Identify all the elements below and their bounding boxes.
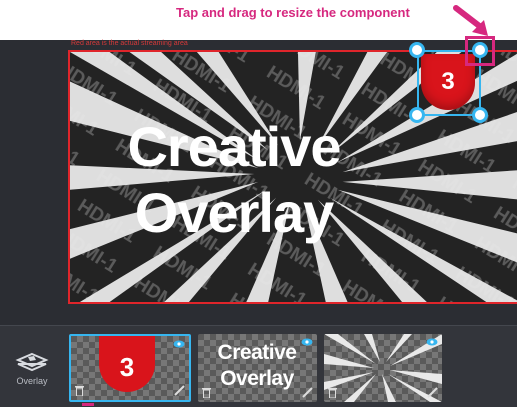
- resize-handle-bottom-right[interactable]: [472, 107, 488, 123]
- layers-icon: [15, 352, 49, 372]
- canvas-hint: Red area is the actual streaming area: [71, 40, 188, 47]
- eye-icon[interactable]: [301, 338, 313, 346]
- trash-icon[interactable]: [75, 385, 84, 396]
- trash-icon[interactable]: [202, 387, 211, 398]
- overlay-title-line2: Overlay: [134, 181, 335, 244]
- resize-handle-top-left[interactable]: [409, 42, 425, 58]
- badge-number: 3: [441, 68, 455, 95]
- overlay-title[interactable]: Creative Overlay: [114, 114, 354, 246]
- thumbnail-text[interactable]: Creative Overlay: [198, 334, 317, 402]
- overlay-layer-button[interactable]: Overlay: [6, 348, 58, 398]
- pencil-icon[interactable]: [302, 387, 313, 398]
- eye-icon[interactable]: [426, 338, 438, 346]
- thumbnail-badge-number: 3: [119, 352, 135, 382]
- eye-icon[interactable]: [173, 340, 185, 348]
- callout-bar: Tap and drag to resize the component: [0, 0, 517, 40]
- component-tray: Overlay 3 Creative Overlay: [0, 325, 517, 407]
- pencil-icon[interactable]: [427, 387, 438, 398]
- thumbnail-text-line1: Creative: [217, 341, 297, 364]
- thumbnail-burst-shape: [324, 334, 442, 402]
- thumbnail-badge-shape: 3: [99, 336, 155, 392]
- thumbnail-badge[interactable]: 3: [69, 334, 191, 402]
- selected-indicator: [82, 403, 94, 406]
- trash-icon[interactable]: [328, 387, 337, 398]
- resize-handle-top-right[interactable]: [472, 42, 488, 58]
- resize-handle-bottom-left[interactable]: [409, 107, 425, 123]
- thumbnail-text-content: Creative Overlay: [204, 340, 310, 392]
- callout-text: Tap and drag to resize the component: [176, 5, 410, 20]
- thumbnail-burst[interactable]: [324, 334, 442, 402]
- overlay-layer-label: Overlay: [16, 376, 48, 386]
- pencil-icon[interactable]: [174, 385, 185, 396]
- overlay-title-line1: Creative: [127, 115, 341, 178]
- thumbnail-text-line2: Overlay: [220, 367, 294, 390]
